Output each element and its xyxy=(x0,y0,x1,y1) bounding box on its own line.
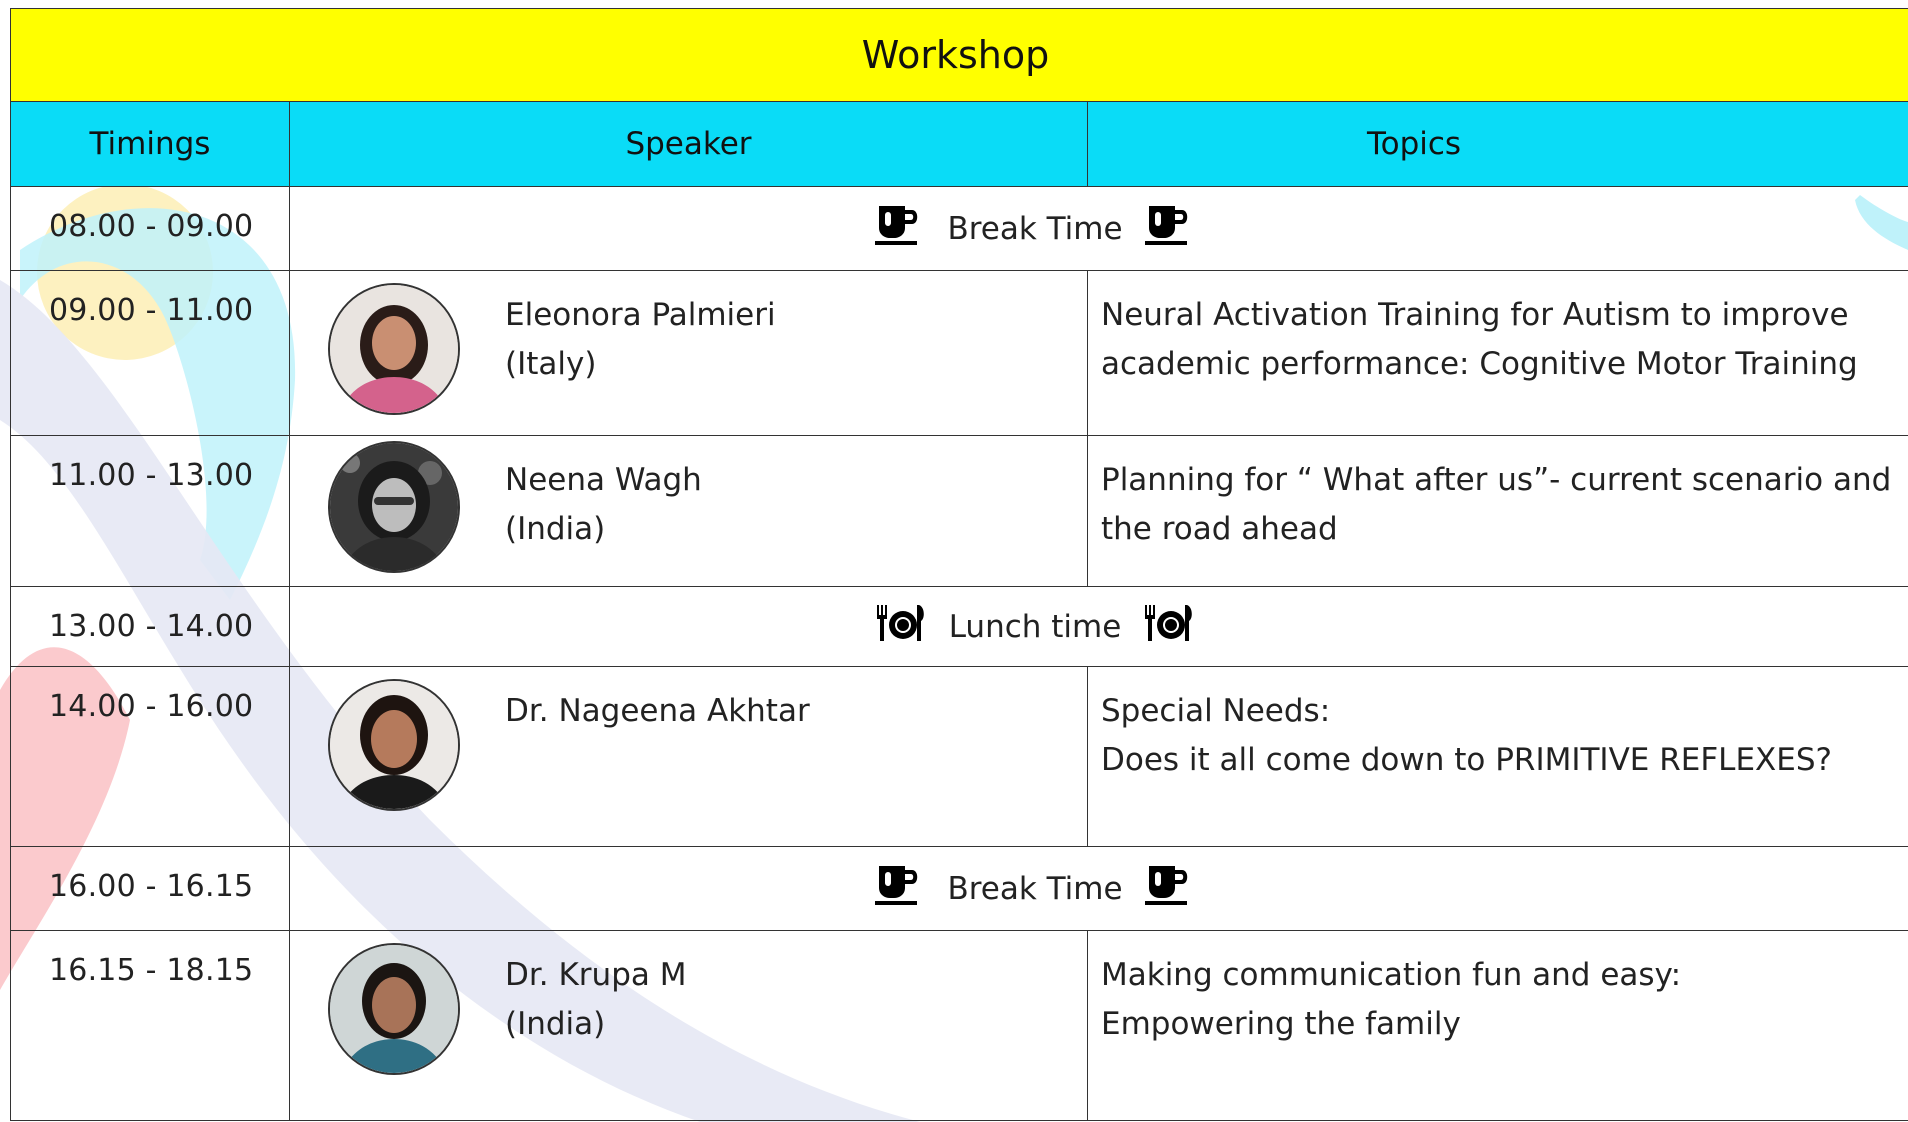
speaker-photo xyxy=(328,679,460,811)
speaker-photo xyxy=(328,943,460,1075)
speaker-cell: Dr. Nageena Akhtar xyxy=(289,666,1088,847)
speaker-photo xyxy=(328,441,460,573)
topic-line: Planning for “ What after us”- current s… xyxy=(1101,462,1892,498)
dinner-plate-icon xyxy=(1143,603,1195,651)
timing-cell: 16.15 - 18.15 xyxy=(10,930,290,1121)
table-row: 13.00 - 14.00 Lunch time xyxy=(10,586,1908,667)
timing-cell: 09.00 - 11.00 xyxy=(10,270,290,436)
table-row: 08.00 - 09.00 Break Time xyxy=(10,186,1908,271)
speaker-country: (Italy) xyxy=(505,346,597,382)
speaker-name: Dr. Krupa M xyxy=(505,957,687,993)
coffee-cup-icon xyxy=(875,204,925,254)
break-label: Break Time xyxy=(947,210,1123,247)
table-row: 16.00 - 16.15 Break Time xyxy=(10,846,1908,931)
table-row: 14.00 - 16.00 Dr. Nageena Akhtar Special… xyxy=(10,666,1908,847)
speaker-photo xyxy=(328,283,460,415)
topics-header: Topics xyxy=(1086,101,1908,187)
timing-cell: 14.00 - 16.00 xyxy=(10,666,290,847)
coffee-cup-icon xyxy=(1144,864,1195,914)
speaker-cell: Neena Wagh (India) xyxy=(289,435,1088,587)
topic-line: academic performance: Cognitive Motor Tr… xyxy=(1101,346,1858,382)
break-label: Break Time xyxy=(947,870,1123,907)
break-cell: Lunch time xyxy=(288,586,1908,667)
lunch-label: Lunch time xyxy=(948,608,1122,645)
speaker-cell: Eleonora Palmieri (Italy) xyxy=(289,270,1088,436)
timing-cell: 11.00 - 13.00 xyxy=(10,435,290,587)
coffee-cup-icon xyxy=(1144,204,1195,254)
topic-line: Empowering the family xyxy=(1101,1006,1461,1042)
speaker-name: Eleonora Palmieri xyxy=(505,297,776,333)
workshop-title: Workshop xyxy=(861,33,1050,77)
speaker-header: Speaker xyxy=(289,101,1088,187)
speaker-cell: Dr. Krupa M (India) xyxy=(289,930,1088,1121)
speaker-country: (India) xyxy=(505,511,606,547)
timing-cell: 16.00 - 16.15 xyxy=(10,846,290,931)
speaker-name: Neena Wagh xyxy=(505,462,702,498)
dinner-plate-icon xyxy=(875,603,927,651)
topic-cell: Making communication fun and easy: Empow… xyxy=(1086,930,1908,1121)
speaker-country: (India) xyxy=(505,1006,606,1042)
topic-line: Neural Activation Training for Autism to… xyxy=(1101,297,1849,333)
topic-line: Special Needs: xyxy=(1101,693,1331,729)
topic-line: Does it all come down to PRIMITIVE REFLE… xyxy=(1101,742,1832,778)
table-row: 11.00 - 13.00 Neena Wagh (India) Plannin… xyxy=(10,435,1908,587)
topic-cell: Planning for “ What after us”- current s… xyxy=(1086,435,1908,587)
coffee-cup-icon xyxy=(875,864,925,914)
speaker-name: Dr. Nageena Akhtar xyxy=(505,693,810,729)
table-row: 09.00 - 11.00 Eleonora Palmieri (Italy) … xyxy=(10,270,1908,436)
topic-line: the road ahead xyxy=(1101,511,1338,547)
timings-header: Timings xyxy=(10,101,290,187)
topic-cell: Neural Activation Training for Autism to… xyxy=(1086,270,1908,436)
timing-cell: 13.00 - 14.00 xyxy=(10,586,290,667)
topic-line: Making communication fun and easy: xyxy=(1101,957,1682,993)
workshop-title-cell: Workshop xyxy=(9,8,1908,102)
table-row: 16.15 - 18.15 Dr. Krupa M (India) Making… xyxy=(10,930,1908,1121)
break-cell: Break Time xyxy=(288,846,1908,931)
workshop-schedule-table: Workshop Timings Speaker Topics 08.00 - … xyxy=(9,8,1908,1121)
topic-cell: Special Needs: Does it all come down to … xyxy=(1086,666,1908,847)
break-cell: Break Time xyxy=(288,186,1908,271)
timing-cell: 08.00 - 09.00 xyxy=(10,186,290,271)
